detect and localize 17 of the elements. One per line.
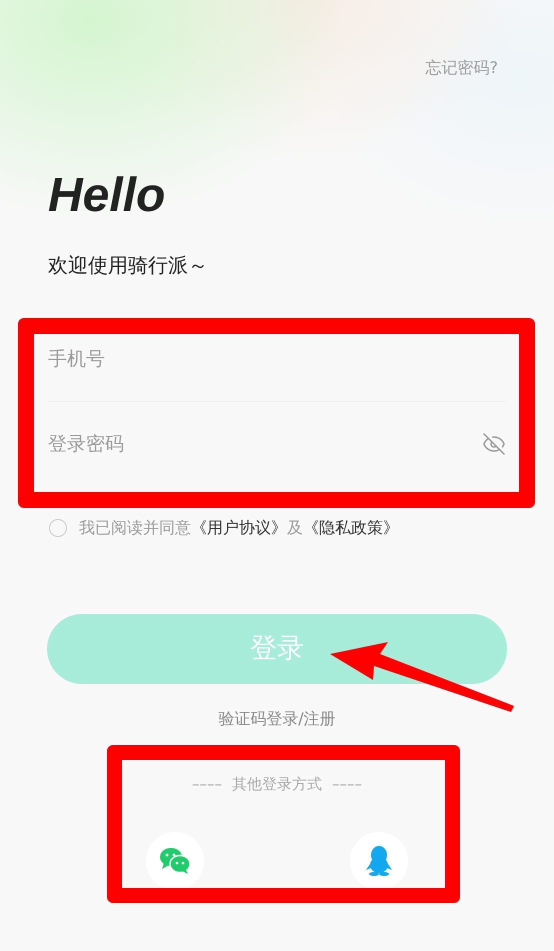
greeting-title: Hello xyxy=(48,172,166,220)
divider-dashes: –––– xyxy=(332,774,362,795)
agree-checkbox[interactable] xyxy=(49,519,67,537)
divider-dashes: –––– xyxy=(192,774,222,795)
password-field[interactable]: 登录密码 xyxy=(48,430,482,458)
hide-password-icon[interactable] xyxy=(482,432,506,456)
other-login-label: 其他登录方式 xyxy=(232,774,322,795)
penguin-icon xyxy=(366,846,392,876)
privacy-policy-link[interactable]: 《隐私政策》 xyxy=(303,516,399,540)
user-agreement-link[interactable]: 《用户协议》 xyxy=(191,516,287,540)
agreement-text: 我已阅读并同意 xyxy=(79,517,191,539)
chat-bubbles-icon xyxy=(159,846,191,874)
phone-field[interactable]: 手机号 xyxy=(48,345,506,374)
conjunction-text: 及 xyxy=(287,517,303,539)
forgot-password-link[interactable]: 忘记密码? xyxy=(426,56,498,80)
welcome-text: 欢迎使用骑行派～ xyxy=(48,252,209,279)
sms-login-link[interactable]: 验证码登录/注册 xyxy=(218,707,336,731)
